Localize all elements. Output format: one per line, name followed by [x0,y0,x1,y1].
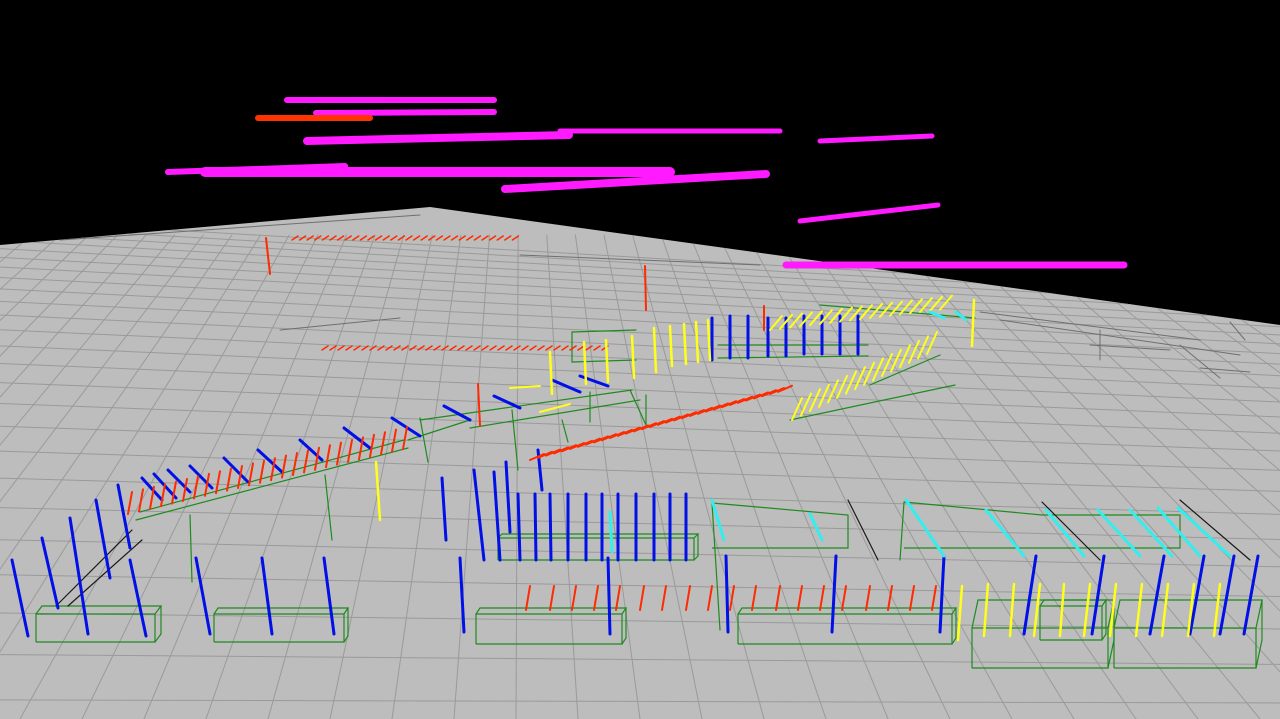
blue-post [548,492,553,562]
magenta-line [313,109,497,116]
cyan-diagonal [608,510,614,554]
scene-canvas[interactable] [0,0,1280,719]
3d-viewport[interactable] [0,0,1280,719]
blue-post [606,556,612,636]
red-post [644,265,647,311]
blue-post [516,492,522,562]
blue-post [724,554,730,634]
blue-post [533,492,538,562]
